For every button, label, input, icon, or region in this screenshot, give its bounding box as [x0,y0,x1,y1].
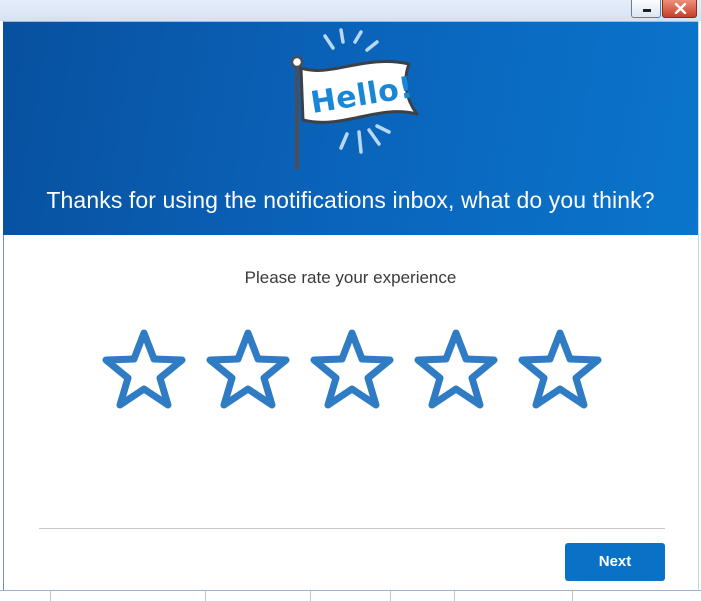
background-cell [454,591,573,601]
close-button[interactable] [662,0,697,18]
window-titlebar [0,0,701,22]
close-icon [674,3,687,14]
background-cell [205,591,311,601]
background-cell [572,591,691,601]
background-table-strip [0,590,701,601]
star-4-button[interactable] [412,327,500,411]
footer-divider [39,528,665,529]
background-cell [390,591,455,601]
next-button[interactable]: Next [565,543,665,581]
banner-title: Thanks for using the notifications inbox… [46,187,655,213]
star-outline-icon [102,329,186,409]
minimize-icon [643,9,651,12]
star-3-button[interactable] [308,327,396,411]
feedback-dialog: Hello! Thanks for using the notification… [0,0,701,601]
star-outline-icon [310,329,394,409]
minimize-button[interactable] [631,0,661,18]
background-cell [310,591,391,601]
rating-prompt: Please rate your experience [244,268,457,287]
star-1-button[interactable] [100,327,188,411]
star-rating [100,327,605,411]
star-2-button[interactable] [204,327,292,411]
star-5-button[interactable] [516,327,604,411]
background-cell [50,591,206,601]
star-outline-icon [414,329,498,409]
star-outline-icon [206,329,290,409]
star-outline-icon [518,329,602,409]
hello-flag-icon: Hello! [285,28,435,173]
header-banner: Hello! Thanks for using the notification… [3,22,698,235]
